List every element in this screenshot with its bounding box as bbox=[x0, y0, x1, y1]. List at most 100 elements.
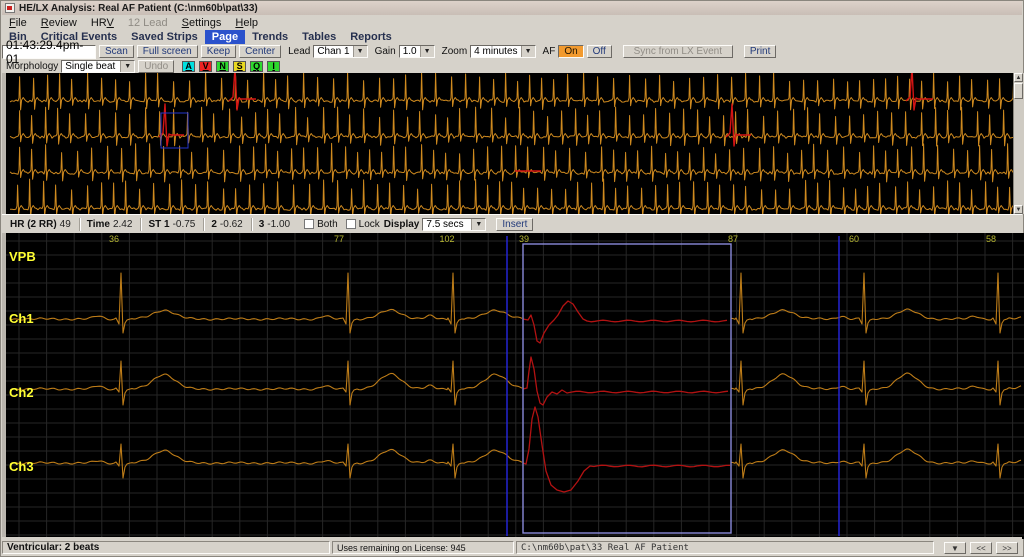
menu-hrv[interactable]: HRV bbox=[84, 16, 121, 30]
chevron-down-icon[interactable]: ▼ bbox=[471, 219, 485, 230]
app-window: HE/LX Analysis: Real AF Patient (C:\nm60… bbox=[0, 0, 1024, 557]
morphology-bar: Morphology Single beat ▼ Undo AVNSQI bbox=[2, 59, 1022, 73]
beat-class-button-s[interactable]: S bbox=[233, 61, 246, 72]
lead-select[interactable]: Chan 1 ▼ bbox=[313, 45, 367, 58]
channel-label-ch3: Ch3 bbox=[9, 459, 34, 474]
beat-interval-number: 39 bbox=[519, 234, 529, 244]
st1-value: -0.75 bbox=[173, 219, 196, 230]
center-button[interactable]: Center bbox=[239, 45, 281, 58]
app-icon bbox=[5, 3, 15, 13]
menu-review[interactable]: Review bbox=[34, 16, 84, 30]
status-bar: Ventricular: 2 beats Uses remaining on L… bbox=[2, 537, 1022, 555]
strip-overview-waveforms bbox=[6, 73, 1018, 214]
menu-settings[interactable]: Settings bbox=[175, 16, 229, 30]
channel-label-ch2: Ch2 bbox=[9, 385, 34, 400]
st3-value: -1.00 bbox=[267, 219, 290, 230]
beat-class-button-i[interactable]: I bbox=[267, 61, 280, 72]
beat-interval-number: 36 bbox=[109, 234, 119, 244]
full-screen-button[interactable]: Full screen bbox=[137, 45, 198, 58]
beat-class-button-q[interactable]: Q bbox=[250, 61, 263, 72]
af-label: AF bbox=[543, 46, 556, 57]
hr-value: 49 bbox=[60, 219, 71, 230]
af-off-button[interactable]: Off bbox=[587, 45, 612, 58]
beat-interval-number: 102 bbox=[439, 234, 454, 244]
beat-interval-number: 58 bbox=[986, 234, 996, 244]
st2-value: -0.62 bbox=[220, 219, 243, 230]
chevron-down-icon[interactable]: ▼ bbox=[353, 46, 367, 57]
beat-class-button-n[interactable]: N bbox=[216, 61, 229, 72]
st3-label: 3 bbox=[259, 219, 265, 230]
lead-label: Lead bbox=[288, 46, 310, 57]
lock-checkbox[interactable] bbox=[346, 219, 356, 229]
morphology-label: Morphology bbox=[6, 61, 58, 72]
both-checkbox[interactable] bbox=[304, 219, 314, 229]
zoom-label: Zoom bbox=[442, 46, 468, 57]
status-patient-path: C:\nm60b\pat\33 Real AF Patient bbox=[516, 541, 934, 554]
channel-label-ch1: Ch1 bbox=[9, 311, 34, 326]
status-beat-count: Ventricular: 2 beats bbox=[2, 541, 330, 554]
zoom-select[interactable]: 4 minutes ▼ bbox=[470, 45, 535, 58]
beat-page-waveforms bbox=[6, 233, 1024, 539]
beat-interval-number: 60 bbox=[849, 234, 859, 244]
print-button[interactable]: Print bbox=[744, 45, 777, 58]
menu-bar-main: FileReviewHRV12 LeadSettingsHelp bbox=[2, 15, 1022, 31]
beat-interval-number: 87 bbox=[728, 234, 738, 244]
strip-overview-panel[interactable]: ▲ ▼ bbox=[2, 73, 1024, 214]
sync-lx-event-button[interactable]: Sync from LX Event bbox=[623, 45, 733, 58]
tab-tables[interactable]: Tables bbox=[295, 30, 343, 44]
zoom-value: 4 minutes bbox=[471, 46, 520, 57]
scroll-up-icon[interactable]: ▲ bbox=[1014, 73, 1023, 82]
gain-value: 1.0 bbox=[400, 46, 420, 57]
scan-button[interactable]: Scan bbox=[99, 45, 134, 58]
toolbar: 01:43:29.4pm-01 Scan Full screen Keep Ce… bbox=[2, 44, 1022, 59]
status-nav-buttons: ▼ << >> bbox=[944, 542, 1018, 554]
keep-button[interactable]: Keep bbox=[201, 45, 236, 58]
tab-page[interactable]: Page bbox=[205, 30, 245, 44]
window-title: HE/LX Analysis: Real AF Patient (C:\nm60… bbox=[19, 3, 258, 14]
measurement-bar: HR (2 RR) 49 Time 2.42 ST 1 -0.75 2 -0.6… bbox=[2, 214, 1022, 233]
chevron-down-icon[interactable]: ▼ bbox=[521, 46, 535, 57]
gain-select[interactable]: 1.0 ▼ bbox=[399, 45, 435, 58]
lock-label: Lock bbox=[359, 219, 380, 230]
morphology-select[interactable]: Single beat ▼ bbox=[61, 60, 135, 73]
tab-reports[interactable]: Reports bbox=[343, 30, 399, 44]
hr-label: HR (2 RR) bbox=[10, 219, 57, 230]
af-on-button[interactable]: On bbox=[558, 45, 583, 58]
insert-button[interactable]: Insert bbox=[496, 218, 533, 231]
gain-label: Gain bbox=[375, 46, 396, 57]
lead-value: Chan 1 bbox=[314, 46, 352, 57]
morphology-value: Single beat bbox=[62, 61, 120, 72]
channel-label-vpb: VPB bbox=[9, 249, 36, 264]
chevron-down-icon[interactable]: ▼ bbox=[420, 46, 434, 57]
tab-saved-strips[interactable]: Saved Strips bbox=[124, 30, 205, 44]
tab-trends[interactable]: Trends bbox=[245, 30, 295, 44]
beat-page-panel[interactable]: VPB Ch1 Ch2 Ch3 36 77 102 39 87 60 58 bbox=[2, 233, 1024, 539]
display-value: 7.5 secs bbox=[423, 219, 471, 230]
scroll-down-icon[interactable]: ▼ bbox=[1014, 205, 1023, 214]
display-label: Display bbox=[384, 219, 420, 230]
status-dropdown-button[interactable]: ▼ bbox=[944, 542, 966, 554]
beat-interval-number: 77 bbox=[334, 234, 344, 244]
scrollbar-thumb[interactable] bbox=[1014, 83, 1023, 99]
menu-file[interactable]: File bbox=[2, 16, 34, 30]
menu-12-lead[interactable]: 12 Lead bbox=[121, 16, 175, 30]
both-label: Both bbox=[317, 219, 338, 230]
undo-button[interactable]: Undo bbox=[138, 60, 174, 73]
st1-label: ST 1 bbox=[148, 219, 169, 230]
menu-help[interactable]: Help bbox=[228, 16, 265, 30]
page-back-button[interactable]: << bbox=[970, 542, 992, 554]
overview-scrollbar[interactable]: ▲ ▼ bbox=[1013, 73, 1024, 214]
status-license: Uses remaining on License: 945 bbox=[332, 541, 514, 554]
menu-bar-views: BinCritical EventsSaved StripsPageTrends… bbox=[2, 30, 1022, 44]
time-field[interactable]: 01:43:29.4pm-01 bbox=[2, 45, 96, 59]
beat-class-button-a[interactable]: A bbox=[182, 61, 195, 72]
title-bar: HE/LX Analysis: Real AF Patient (C:\nm60… bbox=[2, 1, 1022, 15]
st2-label: 2 bbox=[211, 219, 217, 230]
time-value: 2.42 bbox=[113, 219, 132, 230]
page-forward-button[interactable]: >> bbox=[996, 542, 1018, 554]
display-select[interactable]: 7.5 secs ▼ bbox=[422, 218, 486, 231]
beat-class-button-v[interactable]: V bbox=[199, 61, 212, 72]
chevron-down-icon[interactable]: ▼ bbox=[120, 61, 134, 72]
beat-class-buttons: AVNSQI bbox=[182, 61, 284, 72]
time-label: Time bbox=[87, 219, 110, 230]
